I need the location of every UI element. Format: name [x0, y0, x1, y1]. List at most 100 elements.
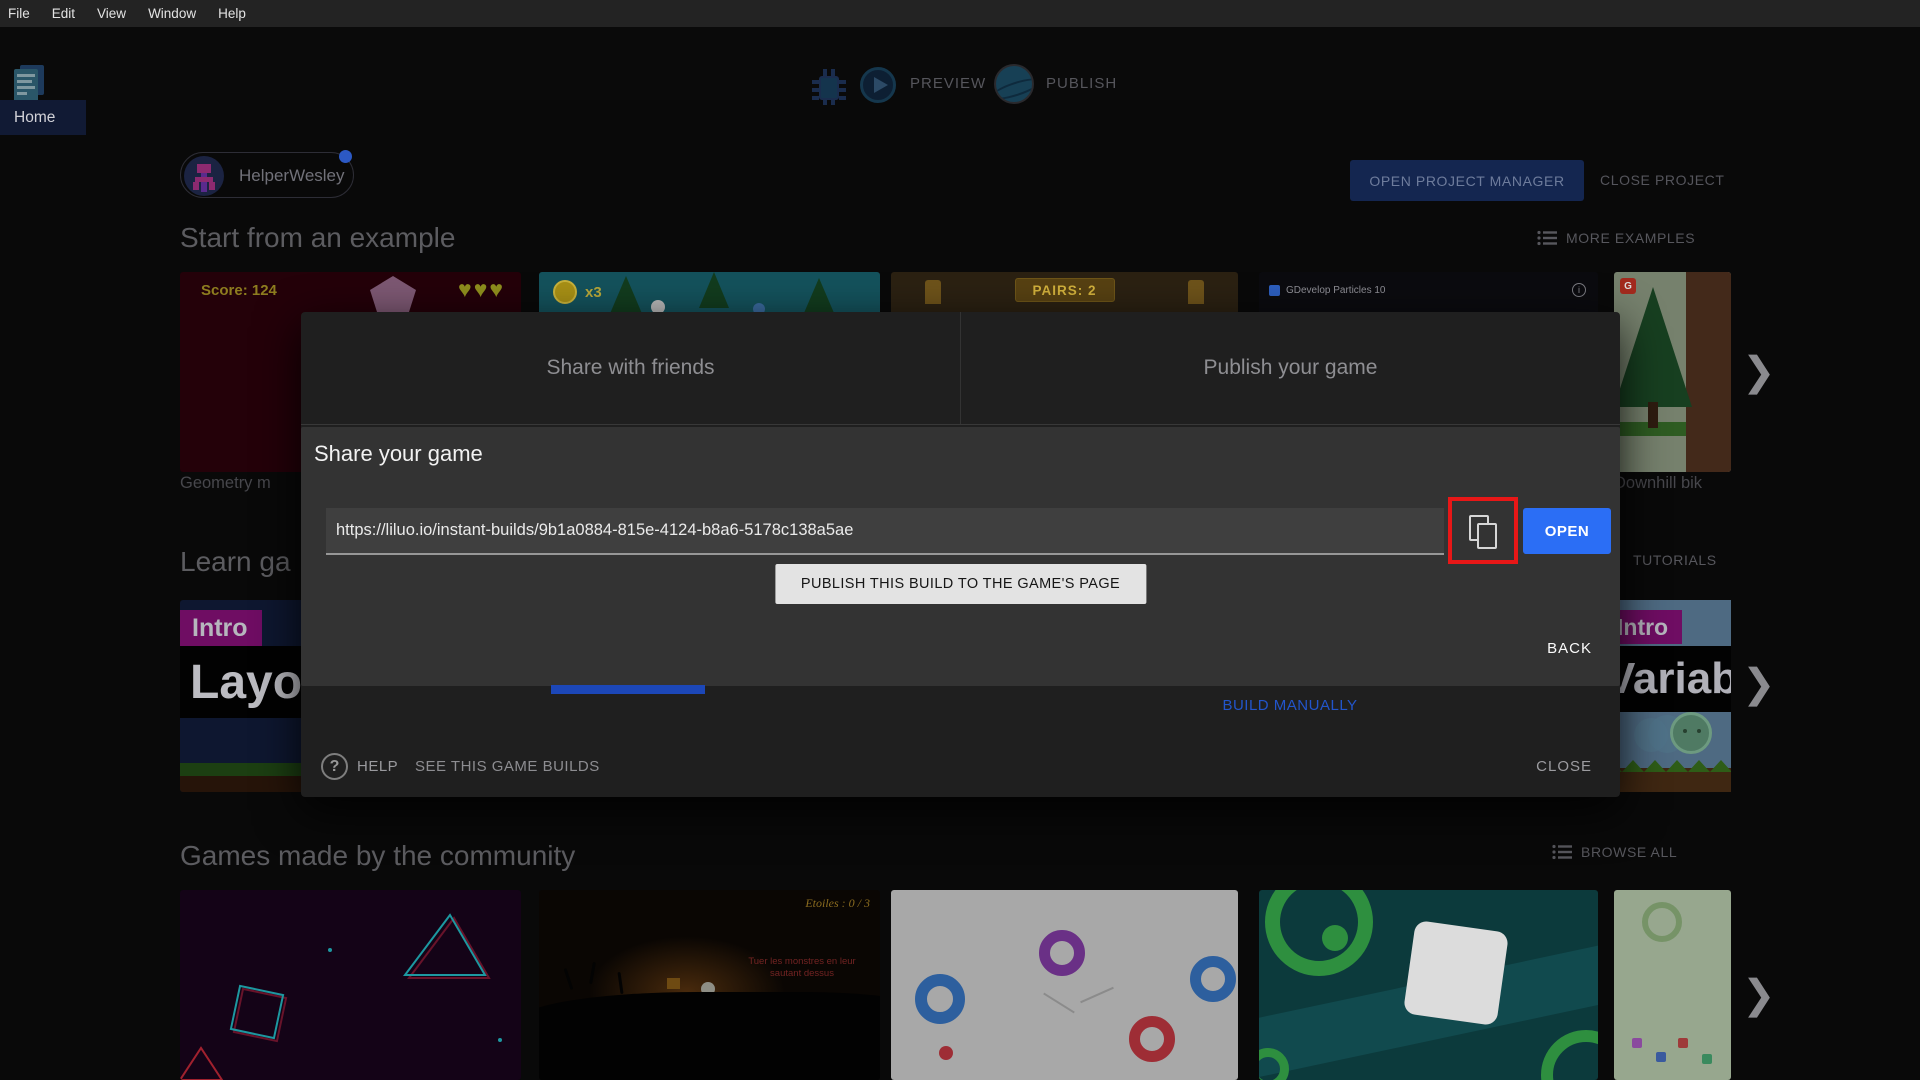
green-ring: [1541, 1030, 1598, 1080]
red-dot: [939, 1046, 953, 1060]
community-card-glitch[interactable]: [180, 890, 521, 1080]
sprite: [1656, 1052, 1666, 1062]
gdevelop-logo-icon: [1269, 285, 1280, 296]
community-card-maze[interactable]: [1259, 890, 1598, 1080]
chevron-right-icon[interactable]: ❯: [1742, 664, 1776, 704]
community-card-sprites[interactable]: [1614, 890, 1731, 1080]
needle-shape: [1080, 986, 1114, 1004]
stars-hud: Etoiles : 0 / 3: [805, 896, 870, 910]
preview-label[interactable]: PREVIEW: [910, 75, 986, 92]
publish-globe-icon[interactable]: [994, 64, 1034, 104]
tree-trunk-shape: [1648, 402, 1658, 428]
play-triangle: [874, 77, 888, 93]
chevron-right-icon[interactable]: ❯: [1742, 975, 1776, 1015]
list-icon: [1552, 844, 1572, 860]
tab-home[interactable]: Home: [0, 100, 86, 135]
help-button[interactable]: HELP: [357, 758, 398, 775]
browse-all-button[interactable]: BROWSE ALL: [1552, 844, 1677, 860]
eye-shape: [1697, 729, 1701, 733]
eye-shape: [1683, 729, 1687, 733]
learn-section-title: Learn ga: [180, 546, 291, 577]
intro-tag-label: Intro: [192, 613, 248, 642]
toolbar: PREVIEW PUBLISH: [0, 27, 1920, 105]
examples-section-title: Start from an example: [180, 222, 456, 253]
tab-publish-your-game[interactable]: Publish your game: [960, 312, 1620, 424]
grass-tuft: [563, 968, 574, 990]
copy-icon: [1477, 523, 1497, 549]
pairs-hud: PAIRS: 2: [1014, 278, 1115, 302]
help-icon[interactable]: ?: [321, 753, 348, 780]
green-character: [1670, 712, 1712, 754]
game-badge: G: [1620, 278, 1636, 294]
more-examples-button[interactable]: MORE EXAMPLES: [1537, 230, 1695, 246]
build-manually-button[interactable]: BUILD MANUALLY: [960, 697, 1620, 714]
community-card-rings[interactable]: [891, 890, 1238, 1080]
intro-tag-label: Intro: [1617, 613, 1669, 640]
chevron-right-icon[interactable]: ❯: [1742, 352, 1776, 392]
wood-post: [925, 280, 941, 304]
coin-multiplier: x3: [585, 284, 602, 301]
publish-label[interactable]: PUBLISH: [1046, 75, 1117, 92]
wood-post: [1188, 280, 1204, 304]
menu-window[interactable]: Window: [148, 6, 196, 21]
open-url-button[interactable]: OPEN: [1523, 508, 1611, 554]
open-project-manager-button[interactable]: OPEN PROJECT MANAGER: [1350, 160, 1584, 201]
community-card-night[interactable]: Etoiles : 0 / 3 Tuer les monstres en leu…: [539, 890, 880, 1080]
gdevelop-app-window: File Edit View Window Help PREVIEW PUBLI…: [0, 0, 1920, 1080]
red-ring: [1129, 1016, 1175, 1062]
notification-dot: [339, 150, 352, 163]
score-hud: Score: 124: [201, 282, 277, 299]
menu-view[interactable]: View: [97, 6, 126, 21]
user-chip[interactable]: HelperWesley: [180, 152, 354, 198]
needle-shape: [1043, 992, 1075, 1014]
particles-title: GDevelop Particles 10: [1286, 285, 1386, 296]
tab-home-label: Home: [14, 108, 56, 126]
share-dialog-tabs: Share with friends Publish your game: [301, 312, 1620, 425]
example-caption-downhill[interactable]: Downhill bik: [1614, 474, 1731, 493]
example-card-downhill[interactable]: G: [1614, 272, 1731, 472]
annotation-highlight-box: [1448, 497, 1518, 564]
menu-edit[interactable]: Edit: [52, 6, 75, 21]
tutorials-button[interactable]: TUTORIALS: [1633, 552, 1717, 568]
info-icon[interactable]: i: [1572, 283, 1586, 297]
community-section-title: Games made by the community: [180, 840, 576, 871]
purple-ring: [1039, 930, 1085, 976]
robot-avatar-icon: [193, 164, 215, 192]
intro-tag: Intro: [180, 610, 262, 646]
globe-ring: [996, 74, 1032, 102]
example-caption-geometry[interactable]: Geometry m: [180, 474, 302, 493]
username-label: HelperWesley: [239, 166, 345, 185]
see-builds-button[interactable]: SEE THIS GAME BUILDS: [415, 758, 600, 775]
menu-bar: File Edit View Window Help: [0, 0, 1920, 27]
target-center: [1322, 925, 1348, 951]
back-button[interactable]: BACK: [1547, 640, 1592, 657]
sprite: [1632, 1038, 1642, 1048]
share-your-game-panel: Share your game OPEN PUBLISH THIS BUILD …: [301, 427, 1620, 686]
generate-link-button-fragment: [551, 685, 705, 694]
wood-sign: [667, 978, 680, 989]
tab-share-with-friends[interactable]: Share with friends: [301, 312, 960, 424]
pine-tree-shape: [1614, 287, 1692, 407]
sprite: [1678, 1038, 1688, 1048]
menu-help[interactable]: Help: [218, 6, 246, 21]
menu-file[interactable]: File: [8, 6, 30, 21]
green-target: [1265, 890, 1373, 976]
avatar: [184, 156, 224, 196]
hint-text: Tuer les monstres en leur sautant dessus: [748, 956, 856, 980]
pentagon-shape: [370, 276, 416, 316]
coin-icon: [553, 280, 577, 304]
share-url-input[interactable]: [326, 508, 1444, 555]
browse-all-label: BROWSE ALL: [1581, 844, 1678, 860]
close-dialog-button[interactable]: CLOSE: [1536, 758, 1592, 775]
close-project-button[interactable]: CLOSE PROJECT: [1600, 172, 1725, 188]
hill-silhouette: [539, 992, 880, 1080]
debug-icon[interactable]: [810, 67, 848, 107]
publish-build-button[interactable]: PUBLISH THIS BUILD TO THE GAME'S PAGE: [774, 564, 1147, 604]
green-ring: [1642, 902, 1682, 942]
more-examples-label: MORE EXAMPLES: [1566, 230, 1696, 246]
white-square: [1402, 919, 1510, 1027]
dirt-shape: [1686, 272, 1731, 472]
copy-button[interactable]: [1456, 504, 1510, 558]
sprite: [1702, 1054, 1712, 1064]
preview-play-icon[interactable]: [860, 67, 896, 103]
